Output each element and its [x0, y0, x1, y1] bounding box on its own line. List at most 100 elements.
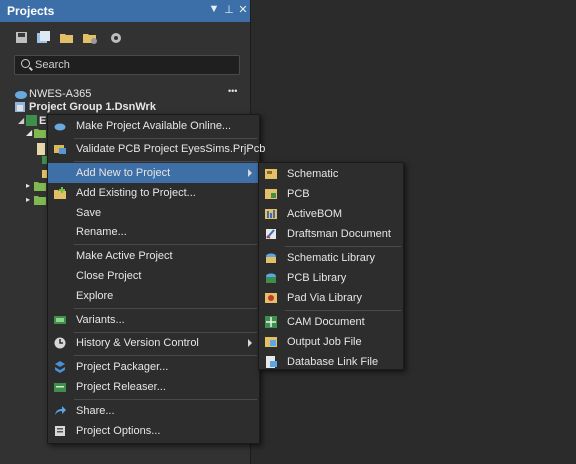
folder-icon	[34, 129, 46, 138]
project-name: E	[39, 115, 47, 127]
menu-item-label: Explore	[76, 290, 114, 302]
menu-item-label: History & Version Control	[76, 337, 199, 349]
submenu-item-label: CAM Document	[287, 316, 365, 328]
submenu-arrow-icon	[248, 339, 252, 347]
expand-icon[interactable]: ▸	[26, 195, 30, 204]
panel-title: Projects	[7, 4, 55, 18]
expand-icon[interactable]: ▸	[26, 181, 30, 190]
submenu-item-pad-via-library[interactable]: Pad Via Library	[259, 288, 403, 308]
folder-icon	[34, 182, 46, 191]
cam-icon	[265, 316, 277, 328]
outjob-icon	[265, 337, 277, 347]
schlib-icon	[266, 253, 276, 263]
more-options-icon[interactable]: •••	[228, 86, 237, 96]
submenu-item-label: PCB Library	[287, 272, 347, 284]
expand-icon[interactable]: ◢	[18, 116, 24, 125]
submenu-item-draftsman-document[interactable]: Draftsman Document	[259, 224, 403, 244]
add-existing-icon	[54, 187, 66, 199]
menu-item-explore[interactable]: Explore	[48, 286, 259, 306]
search-input[interactable]: Search	[14, 55, 240, 75]
share-icon	[55, 406, 66, 415]
submenu-item-label: Pad Via Library	[287, 292, 363, 304]
menu-item-label: Make Project Available Online...	[76, 120, 232, 132]
pin-icon[interactable]: ⊥	[223, 3, 235, 16]
menu-item-variants[interactable]: Variants...	[48, 310, 259, 330]
history-icon	[54, 337, 66, 349]
validate-icon	[54, 145, 66, 154]
menu-item-label: Validate PCB Project EyesSims.PrjPcb	[76, 143, 266, 155]
submenu-item-cam-document[interactable]: CAM Document	[259, 312, 403, 332]
submenu-item-activebom[interactable]: ActiveBOM	[259, 204, 403, 224]
tree-folder-row[interactable]: ◢	[26, 128, 46, 142]
menu-item-validate[interactable]: Validate PCB Project EyesSims.PrjPcb	[48, 139, 265, 159]
folder-icon	[34, 196, 46, 205]
submenu-item-label: ActiveBOM	[287, 208, 343, 220]
submenu-item-label: Draftsman Document	[287, 228, 391, 240]
menu-item-history-version-control[interactable]: History & Version Control	[48, 333, 259, 353]
gear-icon[interactable]	[108, 30, 124, 46]
variants-icon	[54, 316, 66, 324]
panel-titlebar: Projects ▼ ⊥ ✕	[0, 0, 250, 22]
releaser-icon	[54, 383, 66, 392]
submenu-item-pcb-library[interactable]: PCB Library	[259, 268, 403, 288]
activebom-icon	[265, 209, 277, 219]
menu-item-make-available-online[interactable]: Make Project Available Online...	[48, 116, 259, 136]
menu-item-project-packager[interactable]: Project Packager...	[48, 357, 259, 377]
menu-item-label: Save	[76, 207, 102, 219]
menu-separator	[285, 246, 401, 247]
pcb-project-icon	[26, 115, 37, 126]
menu-item-label: Variants...	[76, 314, 125, 326]
menu-item-label: Make Active Project	[76, 250, 173, 262]
menu-item-rename[interactable]: Rename...	[48, 222, 259, 242]
tree-folder-row[interactable]: ▸	[26, 181, 46, 195]
options-icon	[55, 426, 65, 436]
menu-item-label: Rename...	[76, 226, 127, 238]
menu-item-share[interactable]: Share...	[48, 401, 259, 421]
submenu-item-output-job-file[interactable]: Output Job File	[259, 332, 403, 352]
draftsman-icon	[266, 229, 276, 239]
project-row[interactable]: ◢ E	[18, 115, 48, 129]
submenu-item-label: PCB	[287, 188, 310, 200]
project-group-row[interactable]: Project Group 1.DsnWrk	[14, 101, 244, 115]
dblink-icon	[266, 356, 277, 368]
menu-item-label: Close Project	[76, 270, 142, 282]
folder-settings-icon[interactable]	[82, 30, 98, 46]
save-icon[interactable]	[14, 30, 30, 46]
submenu-item-database-link-file[interactable]: Database Link File	[259, 352, 403, 372]
search-placeholder: Search	[35, 59, 70, 71]
menu-item-label: Share...	[76, 405, 115, 417]
menu-separator	[285, 310, 401, 311]
menu-item-make-active-project[interactable]: Make Active Project	[48, 246, 259, 266]
menu-item-add-new-to-project[interactable]: Add New to Project	[48, 163, 259, 183]
submenu-item-label: Schematic	[287, 168, 339, 180]
submenu-item-label: Schematic Library	[287, 252, 376, 264]
menu-separator	[74, 308, 257, 309]
submenu-item-schematic[interactable]: Schematic	[259, 164, 403, 184]
project-group-name: Project Group 1.DsnWrk	[29, 101, 156, 113]
menu-item-project-options[interactable]: Project Options...	[48, 421, 259, 441]
menu-separator	[74, 244, 257, 245]
schematic-icon	[265, 169, 277, 179]
workspace-name: NWES-A365	[29, 88, 92, 100]
menu-separator	[74, 355, 257, 356]
menu-item-add-existing[interactable]: Add Existing to Project...	[48, 183, 259, 203]
panel-menu-icon[interactable]: ▼	[208, 3, 220, 15]
menu-item-close-project[interactable]: Close Project	[48, 266, 259, 286]
collapse-icon[interactable]: ◢	[26, 128, 32, 137]
workspace-row[interactable]: NWES-A365 •••	[14, 86, 244, 102]
menu-item-label: Add New to Project	[76, 167, 171, 179]
menu-item-label: Project Options...	[76, 425, 161, 437]
submenu-item-pcb[interactable]: PCB	[259, 184, 403, 204]
padvia-icon	[265, 293, 277, 303]
open-folder-icon[interactable]	[59, 30, 75, 46]
cloud-icon	[54, 123, 66, 131]
pcblib-icon	[266, 273, 276, 283]
close-icon[interactable]: ✕	[237, 3, 249, 16]
submenu-item-schematic-library[interactable]: Schematic Library	[259, 248, 403, 268]
project-group-icon	[15, 102, 25, 112]
tree-folder-row[interactable]: ▸	[26, 195, 46, 209]
save-all-icon[interactable]	[36, 30, 52, 46]
menu-item-save[interactable]: Save	[48, 203, 259, 223]
project-context-menu: Make Project Available Online... Validat…	[47, 114, 265, 444]
menu-item-project-releaser[interactable]: Project Releaser...	[48, 377, 259, 397]
